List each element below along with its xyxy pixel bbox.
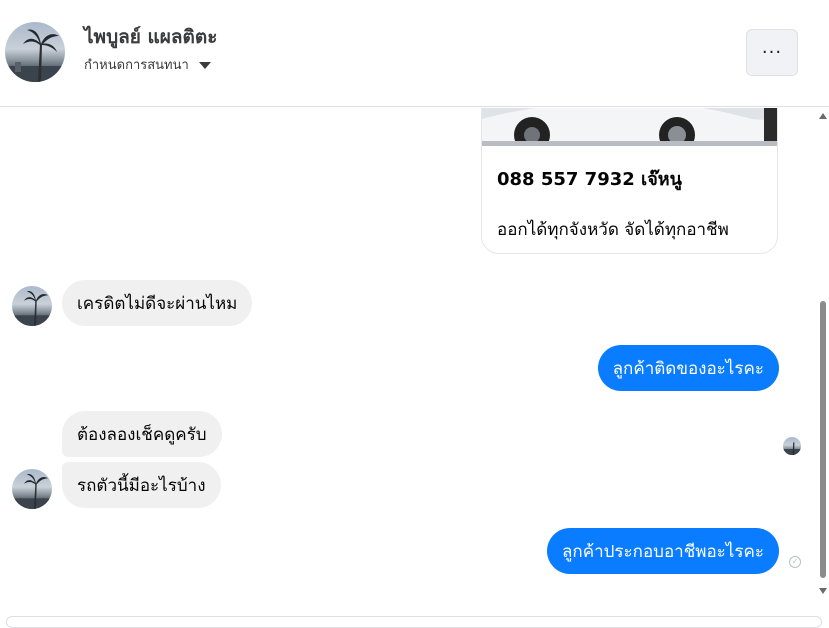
- scrollbar-thumb[interactable]: [820, 301, 826, 578]
- conversation-menu-toggle[interactable]: กำหนดการสนทนา: [84, 54, 211, 75]
- listing-phone: 088 557 7932 เจ๊หนู: [497, 169, 682, 190]
- contact-avatar-small[interactable]: [12, 469, 52, 509]
- car-image-icon: [482, 108, 777, 146]
- seen-indicator-avatar: [783, 437, 801, 455]
- conversation-header: ไพบูลย์ แผลติตะ กำหนดการสนทนา ···: [0, 0, 829, 107]
- incoming-message[interactable]: รถตัวนี้มีอะไรบ้าง: [62, 462, 221, 508]
- palm-tree-photo-icon: [12, 291, 52, 326]
- contact-avatar[interactable]: [5, 22, 65, 82]
- scroll-up-arrow-icon[interactable]: [819, 113, 827, 119]
- outgoing-message[interactable]: ลูกค้าประกอบอาชีพอะไรคะ: [547, 528, 779, 574]
- sent-check-icon: ✓: [789, 556, 801, 568]
- message-thread: 088 557 7932 เจ๊หนู ออกได้ทุกจังหวัด จัด…: [0, 108, 829, 616]
- palm-tree-photo-icon: [783, 442, 801, 455]
- contact-avatar-small[interactable]: [12, 286, 52, 326]
- subtitle-label: กำหนดการสนทนา: [84, 58, 189, 73]
- contact-name[interactable]: ไพบูลย์ แผลติตะ: [84, 22, 217, 52]
- caret-down-icon: [198, 62, 211, 69]
- more-horizontal-icon: ···: [761, 42, 783, 63]
- more-options-button[interactable]: ···: [746, 29, 798, 76]
- thread-scrollbar[interactable]: [817, 108, 829, 596]
- incoming-message[interactable]: ต้องลองเช็คดูครับ: [62, 411, 222, 457]
- scroll-down-arrow-icon[interactable]: [819, 588, 827, 594]
- car-photo: [482, 108, 777, 146]
- palm-tree-photo-icon: [12, 474, 52, 509]
- shared-listing-card[interactable]: 088 557 7932 เจ๊หนู ออกได้ทุกจังหวัด จัด…: [481, 108, 778, 254]
- outgoing-message[interactable]: ลูกค้าติดของอะไรคะ: [597, 345, 779, 391]
- listing-description: ออกได้ทุกจังหวัด จัดได้ทุกอาชีพ: [497, 220, 729, 240]
- palm-tree-photo-icon: [5, 29, 65, 82]
- incoming-message[interactable]: เครดิตไม่ดีจะผ่านไหม: [62, 280, 253, 326]
- message-composer[interactable]: [6, 616, 822, 628]
